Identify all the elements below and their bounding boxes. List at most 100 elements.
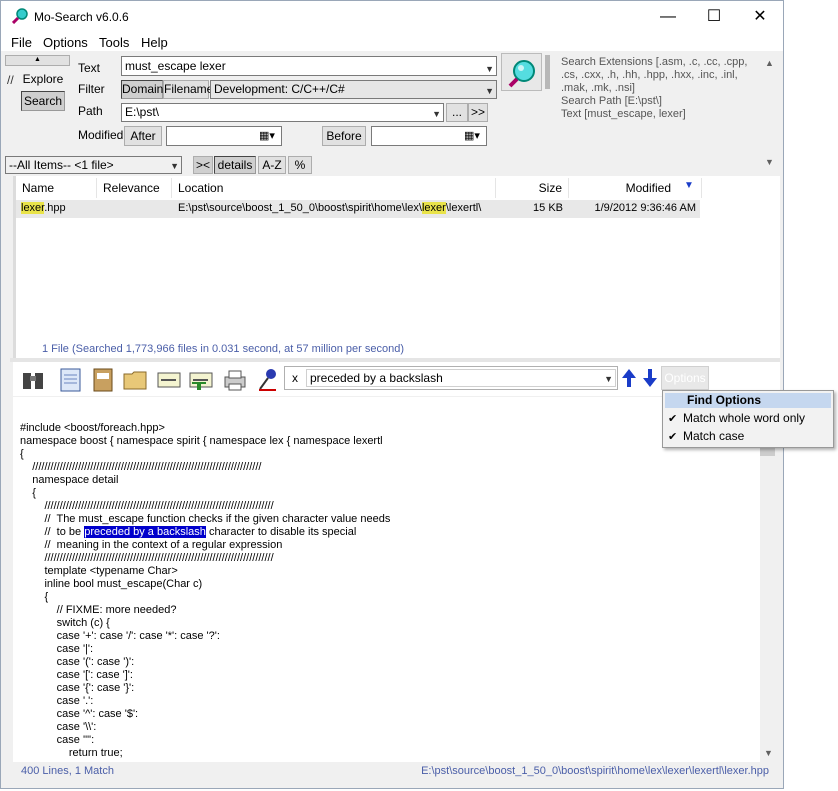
- field-icon[interactable]: [156, 367, 182, 393]
- code-line: template <typename Char>: [20, 565, 178, 577]
- summary-line: Search Extensions [.asm, .c, .cc, .cpp,: [561, 56, 748, 68]
- text-combo[interactable]: must_escape lexer ▼: [121, 56, 497, 76]
- path-browse-button[interactable]: ...: [446, 103, 468, 122]
- find-next-icon[interactable]: [642, 368, 658, 388]
- code-line: case '\\':: [20, 721, 97, 733]
- text-input[interactable]: must_escape lexer: [125, 59, 226, 73]
- after-button[interactable]: After: [124, 126, 162, 146]
- check-icon: ✔: [668, 413, 678, 425]
- code-line-match: // to be preceded by a backslash charact…: [20, 526, 390, 539]
- col-location-header[interactable]: Location: [172, 178, 496, 198]
- nav-slashes: //: [7, 73, 14, 87]
- find-prev-icon[interactable]: [621, 368, 637, 388]
- row-name: lexer.hpp: [21, 202, 66, 214]
- find-value[interactable]: preceded by a backslash: [310, 371, 443, 385]
- percent-button[interactable]: %: [288, 156, 312, 174]
- path-combo[interactable]: E:\pst\ ▼: [121, 103, 444, 122]
- toggle-button[interactable]: ><: [193, 156, 213, 174]
- document-icon[interactable]: [58, 367, 84, 393]
- menu-tools[interactable]: Tools: [99, 35, 129, 50]
- code-text: #include <boost/foreach.hpp> namespace bo…: [20, 409, 390, 773]
- window-title: Mo-Search v6.0.6: [34, 10, 129, 24]
- status-bar: 400 Lines, 1 Match E:\pst\source\boost_1…: [13, 763, 780, 781]
- col-relevance-label: Relevance: [103, 181, 160, 195]
- code-line: #include <boost/foreach.hpp>: [20, 422, 165, 434]
- col-size-label: Size: [538, 181, 562, 195]
- check-icon: ✔: [668, 431, 678, 443]
- calendar-icon[interactable]: ▦▾: [259, 128, 275, 144]
- before-button[interactable]: Before: [322, 126, 366, 146]
- splitter-handle[interactable]: [545, 55, 550, 89]
- chevron-down-icon[interactable]: ▼: [485, 60, 494, 78]
- col-name-header[interactable]: Name: [16, 178, 97, 198]
- maximize-button[interactable]: ☐: [691, 2, 737, 32]
- filter-label: Filter: [78, 82, 105, 96]
- chevron-down-icon[interactable]: ▼: [604, 371, 613, 387]
- find-clear-button[interactable]: x: [292, 371, 298, 385]
- title-bar: Mo-Search v6.0.6 — ☐ ✕: [1, 1, 783, 31]
- items-select[interactable]: --All Items-- <1 file> ▼: [5, 156, 182, 174]
- nav-collapse-button[interactable]: ▲: [5, 55, 70, 66]
- path-input[interactable]: E:\pst\: [125, 105, 159, 119]
- col-modified-label: Modified: [625, 181, 671, 195]
- match-case-item[interactable]: Match case: [683, 429, 744, 443]
- sort-az-button[interactable]: A-Z: [258, 156, 286, 174]
- menu-file[interactable]: File: [11, 35, 32, 50]
- code-scrollbar[interactable]: ▼: [760, 446, 775, 762]
- scroll-down-arrow[interactable]: ▼: [765, 157, 774, 167]
- match-whole-word-item[interactable]: Match whole word only: [683, 411, 805, 425]
- row-location: E:\pst\source\boost_1_50_0\boost\spirit\…: [178, 202, 481, 214]
- minimize-button[interactable]: —: [645, 2, 691, 32]
- code-line: case '|':: [20, 643, 94, 655]
- col-modified-header[interactable]: Modified: [569, 178, 702, 198]
- code-line: {: [20, 487, 36, 499]
- path-go-button[interactable]: >>: [468, 103, 488, 122]
- find-options-header: Find Options: [687, 393, 761, 407]
- loc-a: E:\pst\source\boost_1_50_0\boost\spirit\…: [178, 202, 422, 214]
- insert-field-icon[interactable]: [188, 367, 214, 393]
- menu-options[interactable]: Options: [43, 35, 88, 50]
- filter-select[interactable]: Development: C/C++/C# ▼: [210, 80, 497, 99]
- name-highlight: lexer: [21, 202, 45, 214]
- explore-tab[interactable]: Explore: [21, 69, 65, 89]
- code-line: // FIXME: more needed?: [20, 604, 177, 616]
- code-line: // meaning in the context of a regular e…: [20, 539, 283, 551]
- code-seg: character to disable its special: [205, 526, 357, 538]
- code-line: {: [20, 591, 49, 603]
- search-button[interactable]: [501, 53, 542, 91]
- scroll-down-arrow[interactable]: ▼: [764, 748, 773, 758]
- code-line: inline bool must_escape(Char c): [20, 578, 203, 590]
- close-button[interactable]: ✕: [737, 2, 783, 32]
- folder-icon[interactable]: [122, 367, 148, 393]
- code-line: case '(': case ')':: [20, 656, 135, 668]
- notebook-icon[interactable]: [90, 367, 116, 393]
- after-date-field[interactable]: ▦▾: [166, 126, 282, 146]
- match-highlight: preceded by a backslash: [84, 526, 206, 538]
- printer-icon[interactable]: [222, 367, 248, 393]
- code-line: switch (c) {: [20, 617, 110, 629]
- chevron-down-icon[interactable]: ▼: [432, 106, 441, 122]
- pin-icon[interactable]: [256, 367, 282, 393]
- results-status: 1 File (Searched 1,773,966 files in 0.03…: [42, 343, 404, 355]
- code-line: case '{': case '}':: [20, 682, 135, 694]
- filter-filename-tab[interactable]: Filename: [163, 80, 213, 99]
- binoculars-icon[interactable]: [20, 367, 46, 393]
- before-date-field[interactable]: ▦▾: [371, 126, 487, 146]
- chevron-down-icon[interactable]: ▼: [485, 83, 494, 99]
- code-line: case '"':: [20, 734, 95, 746]
- find-input[interactable]: preceded by a backslash ▼: [306, 369, 616, 387]
- filter-domain-tab[interactable]: Domain: [121, 80, 163, 99]
- summary-line: Search Path [E:\pst\]: [561, 95, 662, 107]
- scroll-up-arrow[interactable]: ▲: [765, 58, 774, 68]
- search-tab[interactable]: Search: [21, 91, 65, 111]
- col-size-header[interactable]: Size: [496, 178, 569, 198]
- summary-line: .mak, .mk, .nsi]: [561, 82, 635, 94]
- code-line: namespace detail: [20, 474, 119, 486]
- details-button[interactable]: details: [214, 156, 256, 174]
- path-label: Path: [78, 104, 103, 118]
- menu-help[interactable]: Help: [141, 35, 168, 50]
- find-options-button[interactable]: Options: [661, 366, 709, 390]
- calendar-icon[interactable]: ▦▾: [464, 128, 480, 144]
- chevron-down-icon[interactable]: ▼: [170, 158, 179, 174]
- col-relevance-header[interactable]: Relevance: [97, 178, 172, 198]
